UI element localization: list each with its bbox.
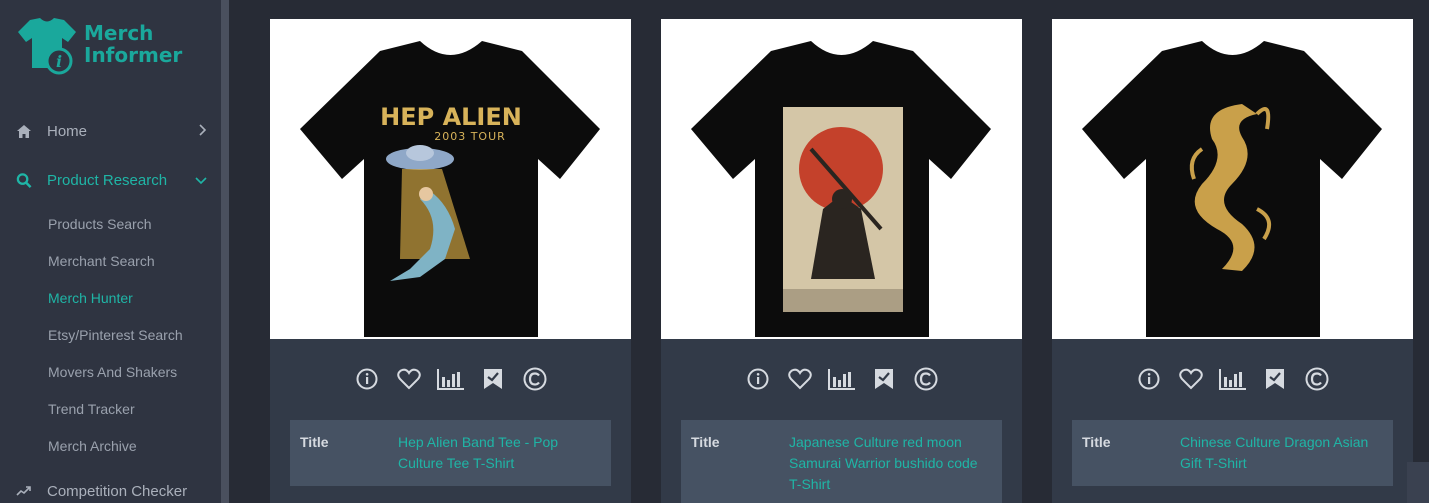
bar-chart-icon[interactable] [1218, 365, 1247, 393]
title-label: Title [300, 434, 329, 450]
copyright-icon[interactable] [912, 365, 940, 393]
nav-product-research[interactable]: Product Research [0, 168, 221, 192]
product-card: Title Chinese Culture Dragon Asian Gift … [1052, 19, 1413, 503]
info-icon[interactable] [1135, 365, 1163, 393]
product-info: Title Chinese Culture Dragon Asian Gift … [1072, 420, 1393, 486]
product-info: Title Hep Alien Band Tee - Pop Culture T… [290, 420, 611, 486]
home-icon [16, 123, 32, 139]
product-actions [270, 365, 631, 395]
shield-check-icon[interactable] [479, 365, 507, 393]
copyright-icon[interactable] [1303, 365, 1331, 393]
product-info: Title Japanese Culture red moon Samurai … [681, 420, 1002, 503]
subnav-merch-hunter[interactable]: Merch Hunter [48, 290, 133, 306]
subnav-trend-tracker[interactable]: Trend Tracker [48, 401, 135, 417]
scroll-to-top-button[interactable] [1407, 462, 1429, 503]
bar-chart-icon[interactable] [436, 365, 465, 393]
subnav-merch-archive[interactable]: Merch Archive [48, 438, 137, 454]
design-text-tour: 2003 TOUR [434, 130, 506, 143]
product-actions [661, 365, 1022, 395]
sidebar: i Merch Informer Home Product Research P… [0, 0, 221, 503]
info-icon[interactable] [744, 365, 772, 393]
product-title-link[interactable]: Chinese Culture Dragon Asian Gift T-Shir… [1180, 432, 1383, 474]
product-card: HEP ALIEN 2003 TOUR Title Hep Alien Band… [270, 19, 631, 503]
copyright-icon[interactable] [521, 365, 549, 393]
tshirt-info-icon: i [18, 18, 76, 75]
product-image[interactable]: HEP ALIEN 2003 TOUR [270, 19, 631, 339]
shield-check-icon[interactable] [1261, 365, 1289, 393]
nav-product-research-label: Product Research [47, 171, 168, 189]
design-text-hep-alien: HEP ALIEN [380, 103, 522, 131]
nav-home-label: Home [47, 122, 88, 140]
nav-competition-checker[interactable]: Competition Checker [0, 479, 221, 503]
nav-home[interactable]: Home [0, 119, 221, 143]
product-card: Title Japanese Culture red moon Samurai … [661, 19, 1022, 503]
title-label: Title [1082, 434, 1111, 450]
brand-name: Merch Informer [84, 21, 183, 67]
trend-icon [16, 483, 32, 499]
sidebar-resize-handle[interactable] [221, 0, 229, 503]
svg-text:i: i [56, 52, 62, 71]
title-label: Title [691, 434, 720, 450]
subnav-etsy-pinterest-search[interactable]: Etsy/Pinterest Search [48, 327, 183, 343]
product-title-link[interactable]: Hep Alien Band Tee - Pop Culture Tee T-S… [398, 432, 601, 474]
search-icon [16, 172, 32, 188]
subnav-movers-and-shakers[interactable]: Movers And Shakers [48, 364, 177, 380]
chevron-down-icon [195, 173, 207, 188]
product-image[interactable] [661, 19, 1022, 339]
info-icon[interactable] [353, 365, 381, 393]
chevron-right-icon [199, 123, 207, 139]
product-image[interactable] [1052, 19, 1413, 339]
subnav-products-search[interactable]: Products Search [48, 216, 152, 232]
product-title-link[interactable]: Japanese Culture red moon Samurai Warrio… [789, 432, 992, 495]
bar-chart-icon[interactable] [827, 365, 856, 393]
shield-check-icon[interactable] [870, 365, 898, 393]
nav-competition-checker-label: Competition Checker [47, 482, 188, 500]
subnav-merchant-search[interactable]: Merchant Search [48, 253, 155, 269]
heart-icon[interactable] [1177, 365, 1205, 393]
heart-icon[interactable] [395, 365, 423, 393]
logo[interactable]: i Merch Informer [16, 16, 186, 76]
heart-icon[interactable] [786, 365, 814, 393]
product-actions [1052, 365, 1413, 395]
